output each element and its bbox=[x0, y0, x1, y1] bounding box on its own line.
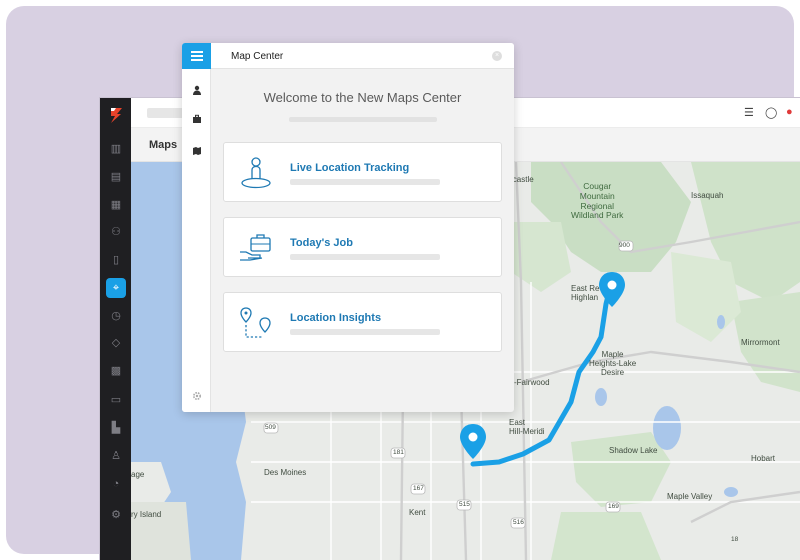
app-sidebar: ▥ ▤ ▦ ⚇ ▯ ⌖ ◷ ◇ ▩ ▭ ▙ ♙ ◔ ⚙ bbox=[100, 98, 131, 560]
map-shield-900: 900 bbox=[619, 242, 630, 249]
map-label-island: ry Island bbox=[131, 510, 162, 519]
map-label-maple-valley: Maple Valley bbox=[667, 492, 713, 501]
card-live-location-tracking[interactable]: Live Location Tracking bbox=[223, 142, 502, 202]
user-icon[interactable] bbox=[190, 83, 203, 96]
team-icon[interactable]: ⚇ bbox=[106, 222, 126, 242]
briefcase-hand-icon bbox=[240, 234, 271, 261]
map-shield-167: 167 bbox=[413, 485, 424, 492]
map-icon[interactable]: ⌖ bbox=[106, 278, 126, 298]
panel-sidebar bbox=[182, 69, 211, 412]
map-label-des-moines: Des Moines bbox=[264, 468, 307, 477]
panel-header: Map Center × bbox=[182, 43, 514, 69]
clock-icon[interactable]: ◷ bbox=[106, 306, 126, 326]
map-shield-169: 169 bbox=[608, 503, 619, 510]
card-description-placeholder bbox=[290, 179, 440, 185]
welcome-heading: Welcome to the New Maps Center bbox=[263, 90, 462, 105]
location-person-icon bbox=[241, 157, 271, 189]
card-description-placeholder bbox=[290, 254, 440, 260]
hamburger-menu-icon[interactable] bbox=[182, 43, 211, 69]
dashboard-icon[interactable]: ▥ bbox=[106, 139, 126, 159]
chat-icon[interactable]: ◯ bbox=[765, 106, 777, 119]
map-label-cougar-mountain: Cougar Mountain Regional Wildland Park bbox=[571, 181, 624, 221]
welcome-subtitle-placeholder bbox=[289, 117, 437, 122]
map-shield-18: 18 bbox=[731, 536, 739, 543]
map-label-mirrormont: Mirrormont bbox=[741, 338, 780, 347]
notification-icon[interactable]: ● bbox=[786, 106, 793, 118]
map-label-issaquah: Issaquah bbox=[691, 191, 724, 200]
chart-icon[interactable]: ◔ bbox=[106, 474, 126, 494]
app-logo-icon bbox=[111, 108, 122, 123]
card-location-insights[interactable]: Location Insights bbox=[223, 292, 502, 352]
device-icon[interactable]: ▯ bbox=[106, 250, 126, 270]
card-label: Live Location Tracking bbox=[290, 162, 410, 174]
end-pin-icon[interactable] bbox=[599, 272, 625, 307]
map-icon[interactable] bbox=[190, 144, 203, 157]
card-description-placeholder bbox=[290, 329, 440, 335]
card-label: Today's Job bbox=[290, 237, 353, 249]
close-icon[interactable]: × bbox=[492, 51, 502, 61]
menu-icon[interactable]: ☰ bbox=[744, 106, 754, 119]
map-label-fairwood: -Fairwood bbox=[514, 378, 550, 387]
map-shield-515: 515 bbox=[459, 501, 470, 508]
card-todays-job[interactable]: Today's Job bbox=[223, 217, 502, 277]
page-title[interactable]: Maps bbox=[149, 139, 177, 151]
jobs-icon[interactable]: ▤ bbox=[106, 167, 126, 187]
map-label-east-hill: East Hill-Meridi bbox=[509, 418, 545, 437]
map-label-hobart: Hobart bbox=[751, 454, 776, 463]
briefcase-icon[interactable] bbox=[190, 112, 203, 125]
calendar-icon[interactable]: ▦ bbox=[106, 195, 126, 215]
building-icon[interactable]: ▙ bbox=[106, 418, 126, 438]
map-label-kent: Kent bbox=[409, 508, 426, 517]
location-pins-icon bbox=[240, 307, 271, 338]
settings-icon[interactable]: ⚙ bbox=[106, 505, 126, 525]
map-center-panel: Map Center × Welcome to the New Maps Cen… bbox=[182, 43, 514, 412]
map-shield-181: 181 bbox=[393, 449, 404, 456]
tag-icon[interactable]: ◇ bbox=[106, 333, 126, 353]
user-icon[interactable]: ♙ bbox=[106, 446, 126, 466]
document-icon[interactable]: ▭ bbox=[106, 390, 126, 410]
map-label-east-renton: East Re Highlan bbox=[571, 284, 600, 303]
grid-icon[interactable]: ▩ bbox=[106, 361, 126, 381]
map-label-shadow-lake: Shadow Lake bbox=[609, 446, 658, 455]
panel-title: Map Center bbox=[231, 51, 284, 62]
map-label-age: age bbox=[131, 470, 145, 479]
map-shield-516: 516 bbox=[513, 519, 524, 526]
settings-icon[interactable] bbox=[190, 389, 203, 402]
map-label-maple-heights: Maple Heights-Lake Desire bbox=[589, 350, 637, 378]
map-shield-509: 509 bbox=[265, 424, 276, 431]
card-label: Location Insights bbox=[290, 312, 382, 324]
